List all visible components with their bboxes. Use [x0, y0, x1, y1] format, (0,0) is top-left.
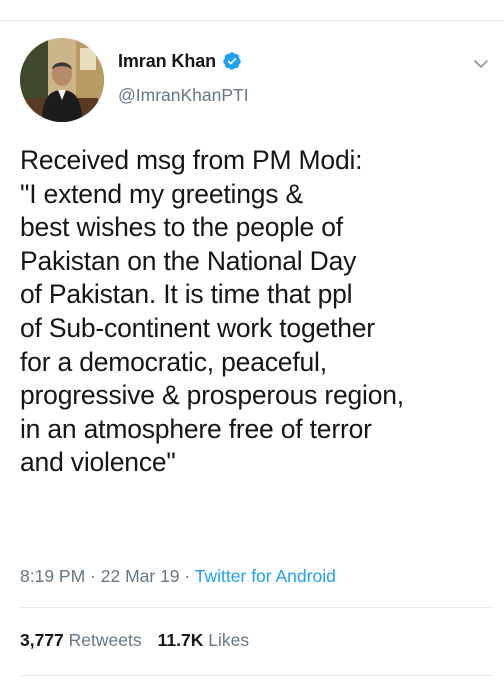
retweets-label: Retweets: [68, 630, 142, 650]
likes-label: Likes: [208, 630, 250, 650]
tweet-text-line: and violence": [20, 447, 176, 478]
tweet-text: Received msg from PM Modi: "I extend my …: [20, 144, 498, 480]
tweet-text-line: "I extend my greetings &: [20, 178, 303, 209]
tweet-text-line: Pakistan on the National Day: [20, 245, 357, 276]
tweet-text-line: progressive & prosperous region,: [20, 380, 404, 411]
avatar[interactable]: [20, 38, 104, 122]
tweet-source-link[interactable]: Twitter for Android: [195, 566, 336, 586]
meta-separator: ·: [85, 566, 101, 586]
meta-separator: ·: [179, 566, 195, 586]
tweet-time[interactable]: 8:19 PM: [20, 566, 85, 586]
retweets-count: 3,777: [20, 630, 64, 650]
retweets-stat[interactable]: 3,777 Retweets: [20, 630, 142, 650]
display-name[interactable]: Imran Khan: [118, 51, 216, 72]
verified-icon: [223, 52, 241, 70]
tweet-date[interactable]: 22 Mar 19: [101, 566, 180, 586]
tweet-text-line: of Sub-continent work together: [20, 312, 375, 343]
tweet-text-line: for a democratic, peaceful,: [20, 346, 327, 377]
tweet-text-line: Received msg from PM Modi:: [20, 145, 363, 175]
profile-photo-icon: [20, 38, 104, 122]
tweet-text-line: of Pakistan. It is time that ppl: [20, 279, 353, 310]
tweet-meta: 8:19 PM · 22 Mar 19 · Twitter for Androi…: [20, 566, 336, 587]
tweet[interactable]: Imran Khan @ImranKhanPTI Received msg fr…: [0, 21, 504, 680]
author-info[interactable]: Imran Khan @ImranKhanPTI: [118, 49, 249, 106]
tweet-text-line: best wishes to the people of: [20, 212, 343, 243]
handle[interactable]: @ImranKhanPTI: [118, 85, 249, 106]
name-row: Imran Khan: [118, 49, 249, 73]
tweet-stats: 3,777 Retweets 11.7K Likes: [20, 630, 265, 651]
tweet-text-line: in an atmosphere free of terror: [20, 413, 372, 444]
likes-count: 11.7K: [157, 630, 204, 650]
likes-stat[interactable]: 11.7K Likes: [158, 630, 249, 650]
divider: [20, 607, 494, 608]
chevron-down-icon[interactable]: [472, 55, 490, 73]
divider: [20, 675, 494, 676]
